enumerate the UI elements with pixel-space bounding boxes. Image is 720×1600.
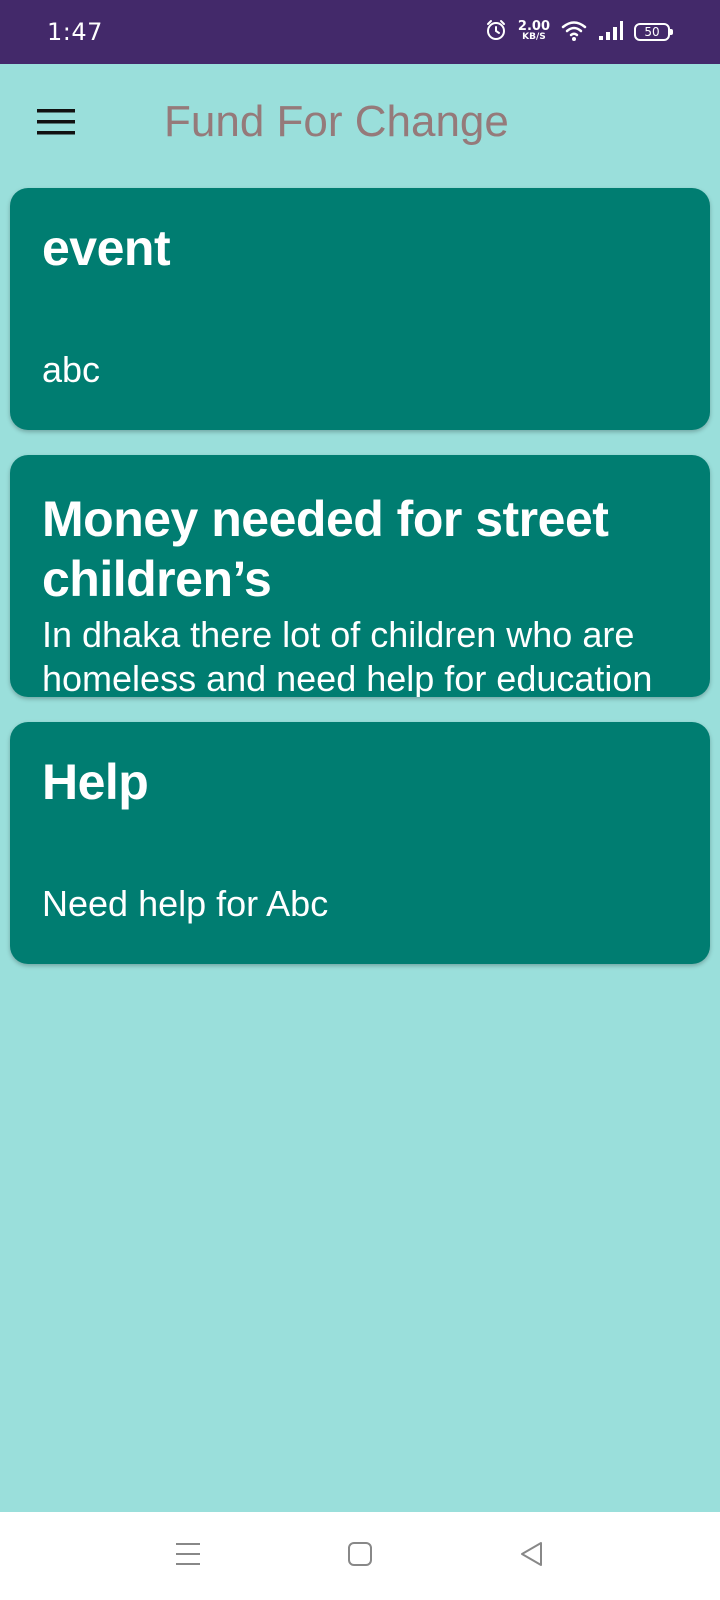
app-title: Fund For Change	[164, 97, 509, 146]
card-title: Money needed for street children’s	[42, 491, 609, 607]
home-button[interactable]	[336, 1532, 384, 1580]
network-speed: 2.00 KB/S	[517, 19, 550, 42]
status-bar: 1:47 2.00 KB/S 50	[0, 0, 720, 64]
back-button[interactable]	[508, 1532, 556, 1580]
system-nav-bar	[0, 1512, 720, 1600]
recent-apps-button[interactable]	[164, 1532, 212, 1580]
recent-apps-icon	[174, 1541, 202, 1571]
hamburger-menu-icon	[37, 109, 75, 139]
menu-button[interactable]	[24, 92, 88, 156]
network-speed-value: 2.00	[517, 19, 550, 34]
card-description: abc	[42, 349, 101, 390]
back-icon	[519, 1540, 545, 1572]
card-description: Need help for Abc	[42, 883, 329, 924]
status-time: 1:47	[47, 18, 103, 46]
card-title: event	[42, 220, 171, 276]
network-speed-unit: KB/S	[522, 32, 546, 42]
card-title: Help	[42, 754, 149, 810]
card-description: In dhaka there lot of children who are h…	[42, 614, 653, 697]
app-bar: Fund For Change	[0, 64, 720, 176]
wifi-icon	[560, 18, 588, 46]
alarm-icon	[484, 18, 508, 46]
battery-icon: 50	[634, 23, 673, 41]
status-icons: 2.00 KB/S 50	[484, 18, 673, 46]
signal-icon	[598, 19, 624, 45]
home-icon	[347, 1541, 373, 1571]
fund-card[interactable]: Money needed for street children’s In dh…	[10, 455, 710, 697]
fund-card[interactable]: Help Need help for Abc	[10, 722, 710, 964]
fund-card[interactable]: event abc	[10, 188, 710, 430]
